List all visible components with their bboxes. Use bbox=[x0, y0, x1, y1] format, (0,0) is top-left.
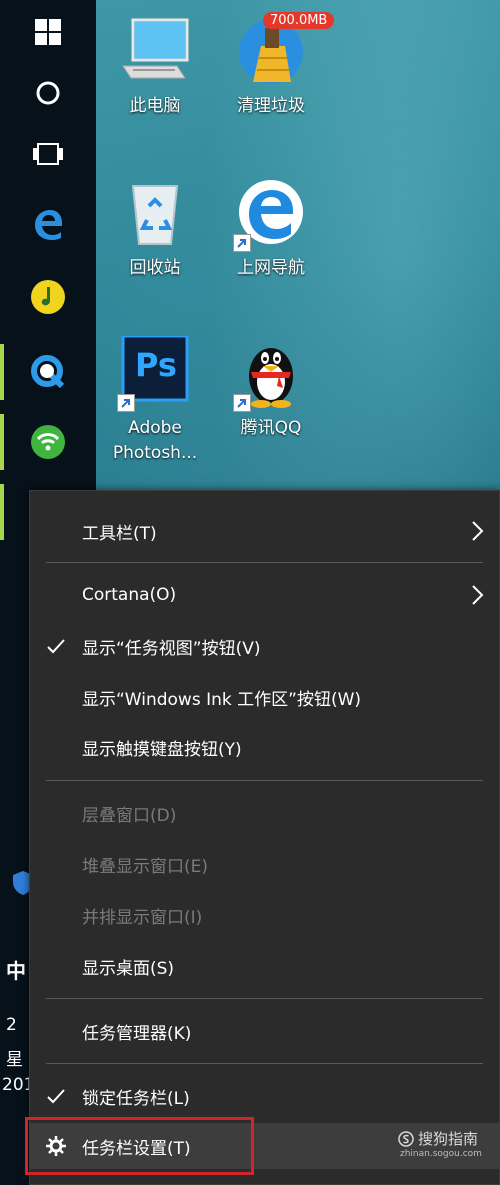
menu-item-label: 任务管理器(K) bbox=[82, 1023, 192, 1044]
menu-item-label: 显示触摸键盘按钮(Y) bbox=[82, 739, 242, 760]
checkmark-icon bbox=[47, 1089, 65, 1104]
menu-item-label: 并排显示窗口(I) bbox=[82, 907, 203, 928]
watermark: 搜狗指南 zhinan.sogou.com bbox=[398, 1128, 482, 1159]
menu-item-show-desktop[interactable]: 显示桌面(S) bbox=[30, 946, 499, 986]
menu-item-label: Cortana(O) bbox=[82, 585, 177, 605]
desktop-icon-label: 上网导航 bbox=[237, 258, 305, 278]
this-pc-icon bbox=[119, 14, 191, 86]
windows-start-icon[interactable] bbox=[0, 0, 96, 64]
task-view-icon[interactable] bbox=[0, 122, 96, 186]
menu-item-show-windows-ink[interactable]: 显示“Windows Ink 工作区”按钮(W) bbox=[30, 677, 499, 717]
menu-separator bbox=[46, 562, 483, 563]
menu-item-label: 显示桌面(S) bbox=[82, 958, 175, 979]
ie-icon bbox=[233, 176, 307, 252]
chevron-right-icon bbox=[472, 585, 484, 605]
desktop-icon-qq[interactable]: 腾讯QQ bbox=[216, 336, 326, 441]
menu-item-side-by-side[interactable]: 并排显示窗口(I) bbox=[30, 895, 499, 935]
menu-item-label: 显示“任务视图”按钮(V) bbox=[82, 638, 261, 659]
menu-item-lock-taskbar[interactable]: 锁定任务栏(L) bbox=[30, 1076, 499, 1116]
desktop-icon-label: 此电脑 bbox=[129, 96, 181, 116]
sogou-logo-icon bbox=[398, 1130, 414, 1147]
desktop-icon-this-pc[interactable]: 此电脑 bbox=[100, 14, 210, 119]
shortcut-arrow-icon bbox=[233, 234, 251, 252]
menu-item-toolbars[interactable]: 工具栏(T) bbox=[30, 511, 499, 551]
wifi-icon[interactable] bbox=[0, 410, 96, 474]
menu-item-label: 层叠窗口(D) bbox=[82, 805, 177, 826]
watermark-text: 搜狗指南 bbox=[418, 1130, 479, 1148]
menu-item-cortana[interactable]: Cortana(O) bbox=[30, 575, 499, 615]
photoshop-icon: Ps bbox=[117, 334, 191, 412]
recycle-bin-icon bbox=[119, 176, 191, 248]
date-fragment: 2 bbox=[6, 1015, 17, 1035]
menu-item-label: 锁定任务栏(L) bbox=[82, 1088, 190, 1109]
cortana-icon[interactable] bbox=[0, 61, 96, 125]
shortcut-arrow-icon bbox=[233, 394, 251, 412]
weekday-fragment: 星 bbox=[6, 1050, 23, 1070]
desktop-icon-label: 回收站 bbox=[129, 258, 181, 278]
menu-item-show-touch-keyboard[interactable]: 显示触摸键盘按钮(Y) bbox=[30, 727, 499, 767]
desktop-icon-label: Adobe Photosh... bbox=[112, 418, 198, 463]
menu-item-cascade-windows[interactable]: 层叠窗口(D) bbox=[30, 793, 499, 833]
shortcut-arrow-icon bbox=[117, 394, 135, 412]
menu-item-label: 堆叠显示窗口(E) bbox=[82, 856, 209, 877]
broom-icon: 700.0MB bbox=[235, 12, 335, 86]
qq-penguin-icon bbox=[233, 336, 307, 412]
menu-item-label: 工具栏(T) bbox=[82, 523, 157, 544]
menu-separator bbox=[46, 1063, 483, 1064]
desktop-icon-label: 清理垃圾 bbox=[237, 96, 305, 116]
highlight-annotation-box bbox=[25, 1117, 254, 1175]
desktop-icon-recycle-bin[interactable]: 回收站 bbox=[100, 176, 210, 281]
checkmark-icon bbox=[47, 639, 65, 654]
clock-text-fragment: 中 bbox=[6, 959, 26, 983]
desktop-icon-photoshop[interactable]: Ps Adobe Photosh... bbox=[100, 334, 210, 466]
music-icon[interactable] bbox=[0, 265, 96, 329]
menu-item-label: 显示“Windows Ink 工作区”按钮(W) bbox=[82, 689, 362, 710]
chevron-right-icon bbox=[472, 521, 484, 541]
edge-icon[interactable] bbox=[0, 192, 96, 256]
ps-glyph: Ps bbox=[135, 346, 177, 384]
menu-item-show-task-view[interactable]: 显示“任务视图”按钮(V) bbox=[30, 626, 499, 666]
menu-separator bbox=[46, 780, 483, 781]
desktop-icon-web-nav[interactable]: 上网导航 bbox=[216, 176, 326, 281]
taskbar-context-menu: 工具栏(T) Cortana(O) 显示“任务视图”按钮(V) 显示“Windo… bbox=[29, 490, 500, 1185]
junk-size-badge: 700.0MB bbox=[263, 12, 335, 29]
browser-q-icon[interactable] bbox=[0, 340, 96, 404]
desktop-icon-clean-junk[interactable]: 700.0MB 清理垃圾 bbox=[216, 12, 335, 119]
menu-separator bbox=[46, 998, 483, 999]
menu-item-stack-windows[interactable]: 堆叠显示窗口(E) bbox=[30, 844, 499, 884]
menu-item-task-manager[interactable]: 任务管理器(K) bbox=[30, 1011, 499, 1051]
desktop-icon-label: 腾讯QQ bbox=[240, 418, 302, 438]
watermark-url: zhinan.sogou.com bbox=[400, 1149, 482, 1159]
